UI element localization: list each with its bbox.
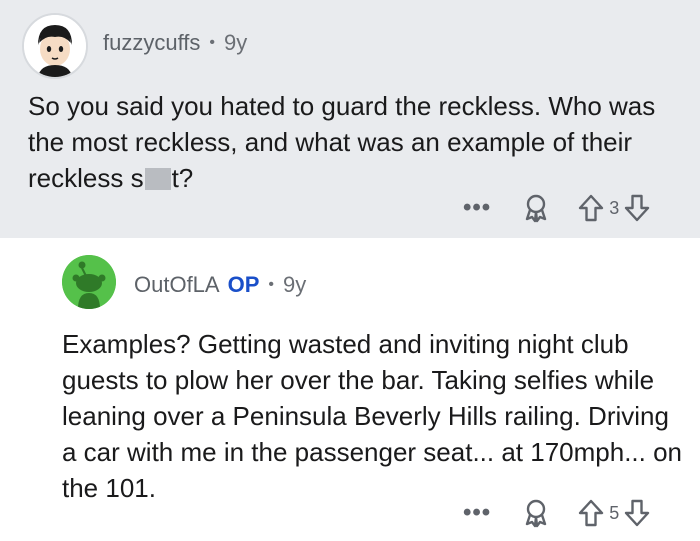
vote-count: 3 (609, 197, 620, 218)
comment-meta: fuzzycuffs • 9y (103, 30, 247, 56)
comment-body: So you said you hated to guard the reckl… (28, 88, 678, 196)
op-badge: OP (227, 272, 260, 297)
user-face-icon (24, 15, 86, 77)
comment-body-text: So you said you hated to guard the reckl… (28, 91, 656, 193)
comment-body: Examples? Getting wasted and inviting ni… (62, 329, 683, 503)
upvote-arrow-icon[interactable] (577, 193, 605, 223)
top-comment: fuzzycuffs • 9y So you said you hated to… (0, 0, 700, 238)
upvote-arrow-icon[interactable] (577, 498, 605, 528)
downvote-arrow-icon[interactable] (623, 498, 651, 528)
award-icon[interactable] (521, 498, 551, 528)
comment-age: 9y (283, 272, 307, 297)
meta-separator: • (268, 276, 274, 293)
snoo-avatar-icon (62, 255, 116, 309)
author-name[interactable]: fuzzycuffs (103, 30, 200, 56)
comment-body-text-end: t? (171, 163, 194, 193)
author-name[interactable]: OutOfLA (134, 272, 220, 298)
vote-count: 5 (609, 502, 620, 523)
comment-actions: ••• 5 (463, 498, 651, 528)
comment-actions: ••• 3 (463, 193, 651, 223)
more-options-icon[interactable]: ••• (463, 196, 491, 220)
redaction-blur (144, 168, 171, 190)
award-icon[interactable] (521, 193, 551, 223)
comment-meta: OutOfLA OP • 9y (134, 272, 306, 298)
more-options-icon[interactable]: ••• (463, 501, 491, 525)
comment-age: 9y (224, 30, 248, 55)
avatar[interactable] (62, 255, 116, 309)
meta-separator: • (209, 34, 216, 51)
downvote-arrow-icon[interactable] (623, 193, 651, 223)
reply-comment: OutOfLA OP • 9y Examples? Getting wasted… (0, 238, 700, 541)
avatar[interactable] (22, 13, 88, 79)
